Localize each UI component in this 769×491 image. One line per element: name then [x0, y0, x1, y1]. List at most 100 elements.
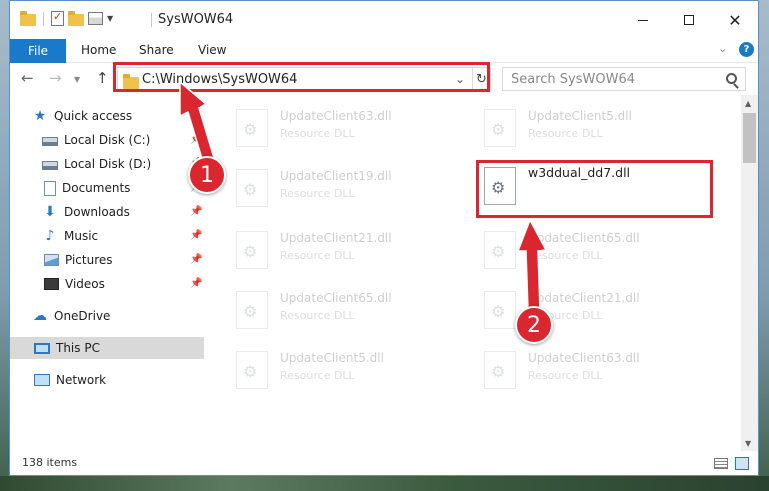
file-item[interactable]: UpdateClient19.dll Resource DLL	[230, 161, 460, 213]
file-item[interactable]: UpdateClient5.dll Resource DLL	[478, 101, 708, 153]
sidebar-item-this-pc[interactable]: This PC	[10, 337, 204, 359]
file-type: Resource DLL	[528, 127, 603, 140]
tab-file[interactable]: File	[10, 39, 66, 63]
large-icons-view-icon[interactable]	[735, 457, 749, 470]
dll-file-icon	[484, 291, 516, 329]
file-name: UpdateClient65.dll	[528, 231, 640, 245]
window-title: SysWOW64	[158, 12, 234, 27]
sidebar-item-label: Videos	[65, 277, 105, 291]
dll-file-icon	[236, 169, 268, 207]
sidebar-item-music[interactable]: ♪ Music 📌	[10, 225, 204, 247]
file-type: Resource DLL	[280, 309, 355, 322]
file-list: UpdateClient63.dll Resource DLL UpdateCl…	[216, 95, 740, 451]
pin-icon: 📌	[190, 230, 203, 241]
sidebar-item-downloads[interactable]: ⬇ Downloads 📌	[10, 201, 204, 223]
file-item[interactable]: UpdateClient65.dll Resource DLL	[230, 283, 460, 335]
sidebar-item-label: Documents	[62, 181, 131, 195]
tab-share[interactable]: Share	[139, 43, 174, 57]
sidebar-item-label: This PC	[56, 341, 100, 355]
file-type: Resource DLL	[528, 249, 603, 262]
item-count: 138 items	[22, 456, 78, 469]
title-divider	[151, 13, 152, 27]
star-icon: ★	[33, 108, 47, 124]
file-item[interactable]: UpdateClient65.dll Resource DLL	[478, 223, 708, 275]
search-placeholder[interactable]: Search SysWOW64	[511, 72, 635, 87]
tab-home[interactable]: Home	[81, 43, 116, 57]
back-arrow-icon[interactable]: ←	[21, 69, 34, 87]
step-1-badge: 1	[188, 156, 226, 194]
file-type: Resource DLL	[280, 249, 355, 262]
sidebar-item-documents[interactable]: Documents 📌	[10, 177, 204, 199]
sidebar-item-label: Music	[64, 229, 99, 243]
sidebar-item-network[interactable]: Network	[10, 369, 204, 391]
sidebar-item-label: Local Disk (C:)	[64, 133, 151, 147]
drive-icon	[42, 137, 58, 146]
file-item[interactable]: UpdateClient21.dll Resource DLL	[230, 223, 460, 275]
pin-icon: 📌	[190, 254, 203, 265]
tab-view[interactable]: View	[198, 43, 226, 57]
sidebar-item-pictures[interactable]: Pictures 📌	[10, 249, 204, 271]
this-pc-icon	[34, 342, 50, 354]
minimize-button[interactable]	[620, 1, 666, 39]
videos-icon	[44, 278, 59, 290]
file-type: Resource DLL	[280, 187, 355, 200]
sidebar-item-label: OneDrive	[54, 309, 111, 323]
ribbon-tabs: File Home Share View ⌄ ?	[10, 39, 758, 63]
file-name: UpdateClient65.dll	[280, 291, 392, 305]
step-2-badge: 2	[515, 306, 553, 344]
view-options-icon[interactable]	[88, 12, 103, 25]
sidebar-item-local-disk-d[interactable]: Local Disk (D:) 📌	[10, 153, 204, 175]
file-highlight-box	[476, 160, 713, 218]
sidebar-item-local-disk-c[interactable]: Local Disk (C:) 📌	[10, 129, 204, 151]
expand-ribbon-icon[interactable]: ⌄	[718, 42, 727, 55]
file-type: Resource DLL	[280, 369, 355, 382]
close-button[interactable]: ✕	[712, 1, 758, 39]
scroll-down-icon[interactable]: ▼	[745, 439, 751, 448]
title-bar: ▼ SysWOW64 ✕	[10, 1, 758, 39]
maximize-button[interactable]	[666, 1, 712, 39]
up-arrow-icon[interactable]: ↑	[96, 69, 109, 87]
desktop-background-bottom	[0, 476, 769, 491]
file-name: UpdateClient63.dll	[528, 351, 640, 365]
new-folder-icon[interactable]	[68, 11, 84, 26]
pin-icon: 📌	[190, 278, 203, 289]
file-item[interactable]: UpdateClient63.dll Resource DLL	[230, 101, 460, 153]
recent-locations-icon[interactable]: ▼	[74, 75, 80, 84]
help-icon[interactable]: ?	[739, 42, 754, 57]
file-type: Resource DLL	[528, 369, 603, 382]
file-item[interactable]: UpdateClient21.dll Resource DLL	[478, 283, 708, 335]
file-item[interactable]: UpdateClient5.dll Resource DLL	[230, 343, 460, 395]
download-icon: ⬇	[44, 204, 56, 220]
scroll-up-icon[interactable]: ▲	[745, 99, 751, 108]
sidebar-item-quick-access[interactable]: ★ Quick access	[10, 105, 204, 127]
dll-file-icon	[236, 291, 268, 329]
quick-access-toolbar: ▼	[20, 10, 113, 26]
search-box[interactable]: Search SysWOW64	[502, 67, 746, 91]
chevron-down-icon[interactable]: ▼	[107, 14, 113, 23]
dll-file-icon	[484, 231, 516, 269]
details-view-icon[interactable]	[714, 458, 728, 469]
vertical-scrollbar[interactable]: ▲ ▼	[741, 95, 758, 451]
dll-file-icon	[484, 351, 516, 389]
properties-icon[interactable]	[51, 10, 64, 26]
file-item[interactable]: UpdateClient63.dll Resource DLL	[478, 343, 708, 395]
sidebar-item-videos[interactable]: Videos 📌	[10, 273, 204, 295]
scroll-thumb[interactable]	[743, 113, 756, 163]
sidebar-item-onedrive[interactable]: ☁ OneDrive	[10, 305, 204, 327]
file-type: Resource DLL	[280, 127, 355, 140]
onedrive-icon: ☁	[33, 308, 47, 324]
dll-file-icon	[236, 109, 268, 147]
file-name: UpdateClient21.dll	[280, 231, 392, 245]
dll-file-icon	[236, 351, 268, 389]
music-icon: ♪	[45, 228, 55, 244]
file-name: UpdateClient5.dll	[528, 109, 632, 123]
file-name: UpdateClient21.dll	[528, 291, 640, 305]
drive-icon	[42, 161, 58, 170]
sidebar-item-label: Network	[56, 373, 107, 387]
documents-icon	[44, 180, 56, 196]
desktop-background-right	[759, 0, 769, 491]
forward-arrow-icon[interactable]: →	[49, 69, 62, 87]
search-icon[interactable]	[726, 73, 737, 84]
sidebar-item-label: Local Disk (D:)	[64, 157, 152, 171]
sidebar-item-label: Downloads	[64, 205, 130, 219]
